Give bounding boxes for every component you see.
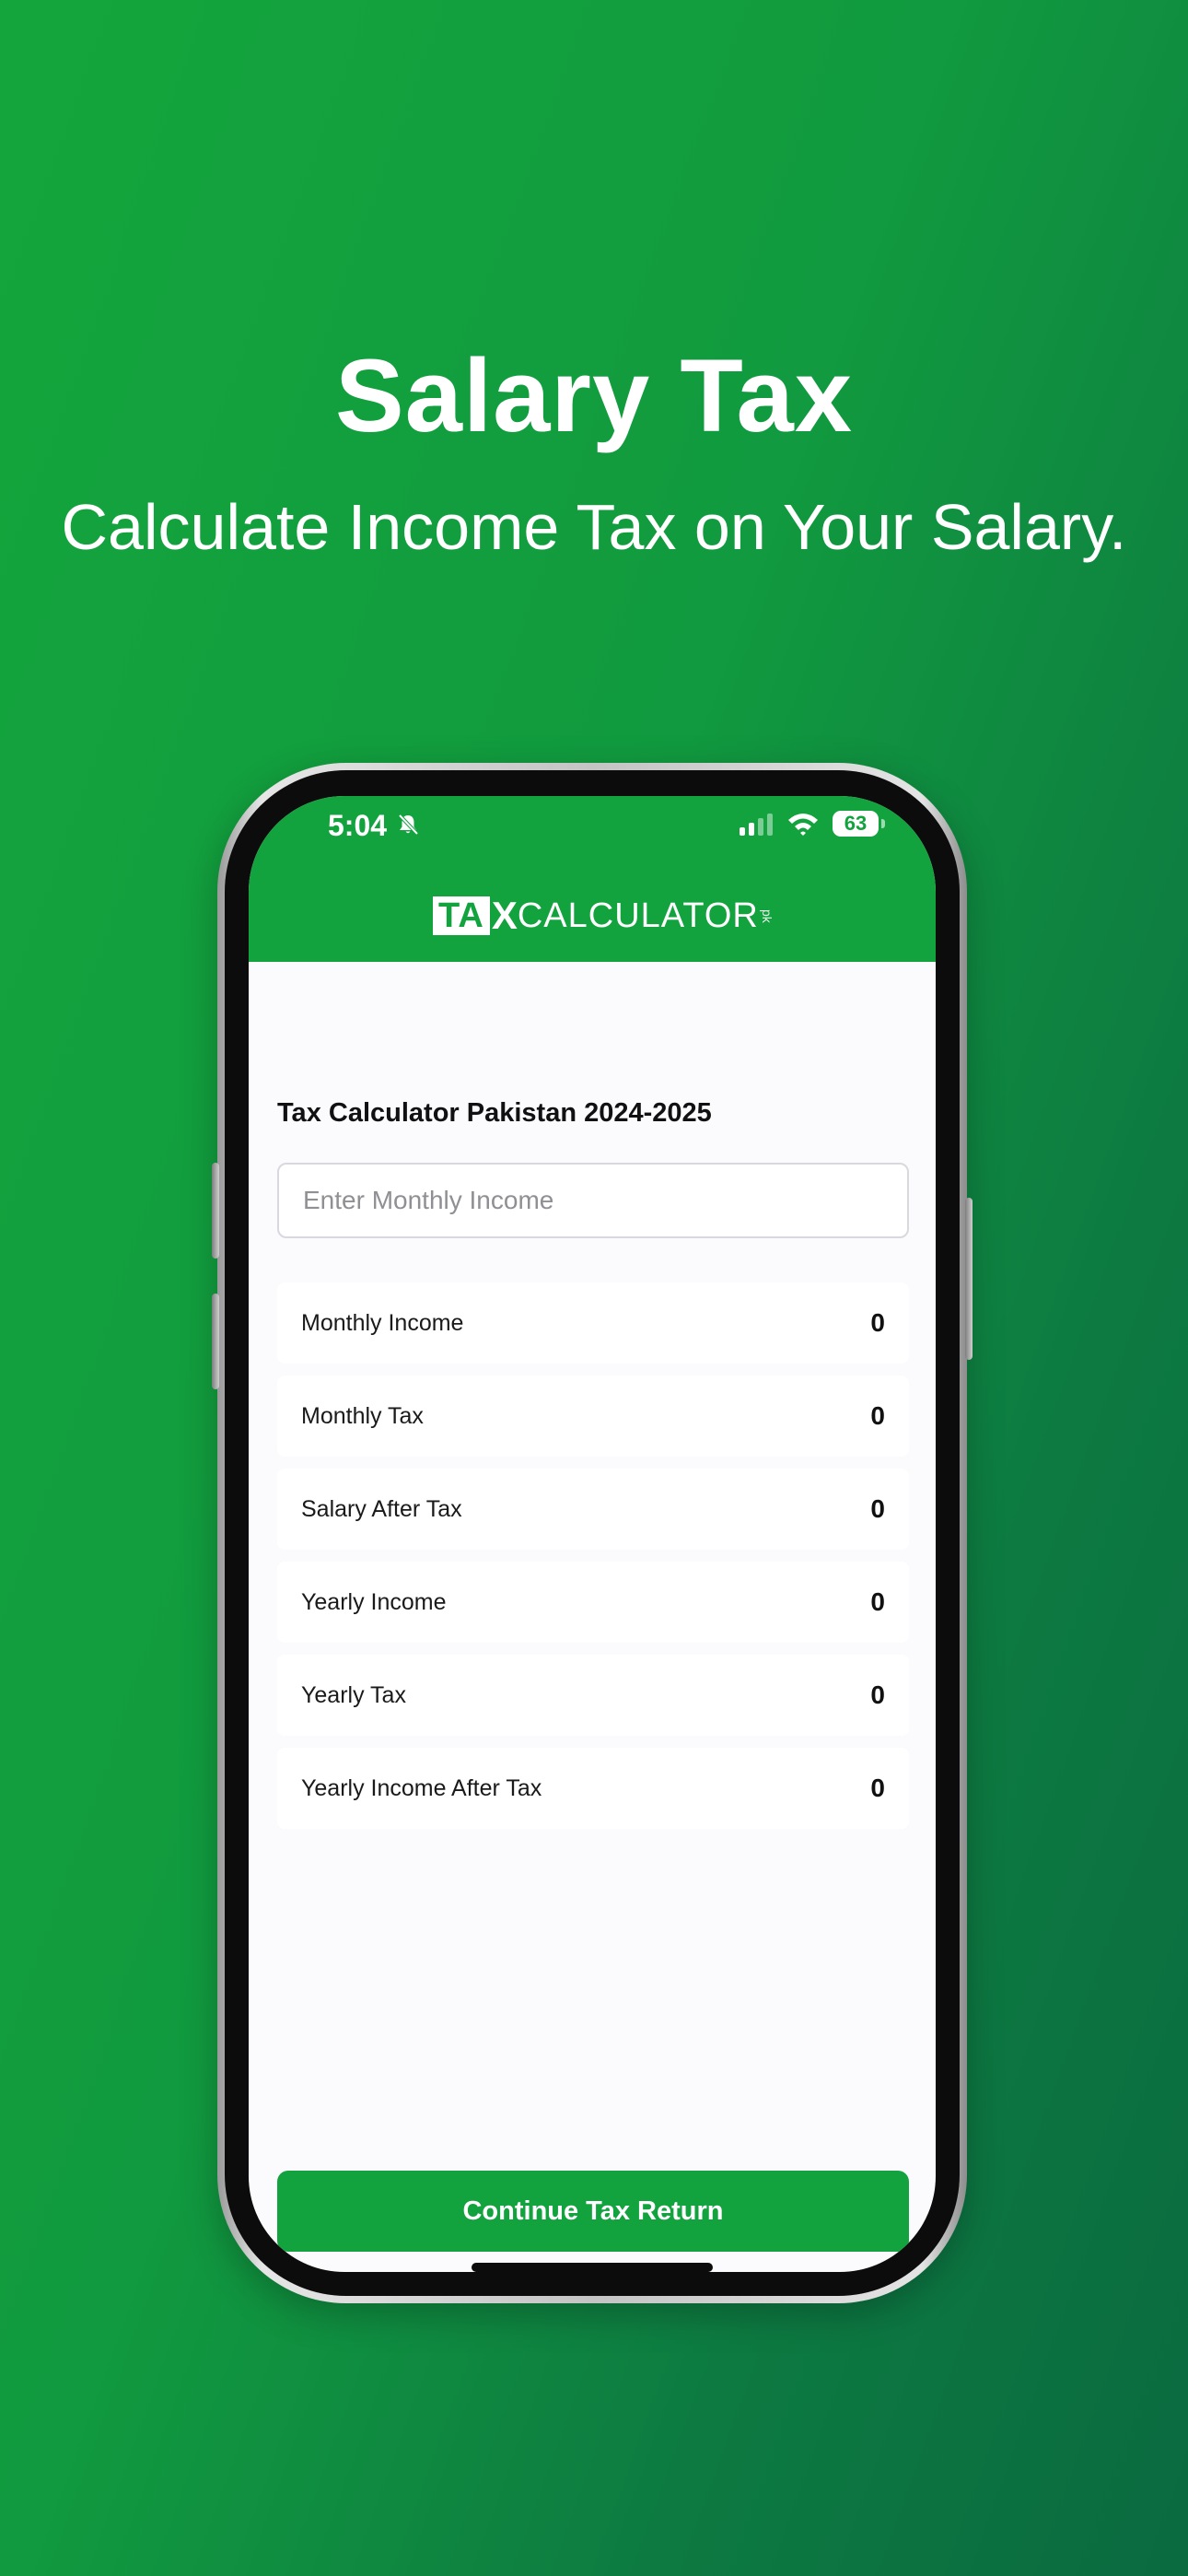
battery-icon: 63 bbox=[833, 811, 879, 837]
result-row-yearly-income: Yearly Income 0 bbox=[277, 1562, 909, 1643]
result-label: Monthly Tax bbox=[301, 1403, 424, 1429]
cellular-signal-icon bbox=[739, 813, 775, 841]
logo-x-mark: X bbox=[491, 894, 518, 937]
result-value: 0 bbox=[870, 1680, 885, 1709]
continue-tax-return-button[interactable]: Continue Tax Return bbox=[277, 2171, 909, 2252]
bell-slash-icon bbox=[396, 813, 420, 841]
phone-volume-up-button bbox=[212, 1163, 219, 1259]
result-label: Salary After Tax bbox=[301, 1496, 462, 1522]
monthly-income-input[interactable] bbox=[277, 1163, 909, 1238]
logo-wordmark: CALCULATOR bbox=[517, 896, 759, 935]
result-label: Yearly Income bbox=[301, 1589, 447, 1615]
tax-calculator-logo: TA X CALCULATOR pk bbox=[433, 894, 775, 937]
result-value: 0 bbox=[870, 1774, 885, 1802]
result-row-yearly-income-after-tax: Yearly Income After Tax 0 bbox=[277, 1748, 909, 1829]
result-label: Monthly Income bbox=[301, 1310, 464, 1336]
home-indicator bbox=[472, 2263, 713, 2272]
result-value: 0 bbox=[870, 1308, 885, 1337]
result-label: Yearly Income After Tax bbox=[301, 1775, 542, 1801]
result-label: Yearly Tax bbox=[301, 1682, 406, 1708]
result-row-monthly-income: Monthly Income 0 bbox=[277, 1282, 909, 1364]
battery-cap bbox=[881, 819, 885, 828]
result-row-monthly-tax: Monthly Tax 0 bbox=[277, 1376, 909, 1457]
logo-tax-mark: TA bbox=[433, 896, 490, 935]
phone-screen: 5:04 63 TA X CALCULATOR pk Tax Calculato… bbox=[249, 796, 936, 2272]
status-bar: 5:04 63 bbox=[249, 796, 936, 855]
phone-volume-down-button bbox=[212, 1294, 219, 1389]
phone-power-button bbox=[965, 1198, 973, 1360]
logo-suffix: pk bbox=[759, 908, 775, 923]
result-row-yearly-tax: Yearly Tax 0 bbox=[277, 1655, 909, 1736]
promo-headline: Salary Tax bbox=[334, 338, 854, 453]
result-value: 0 bbox=[870, 1587, 885, 1616]
promo-subheadline: Calculate Income Tax on Your Salary. bbox=[61, 491, 1127, 563]
wifi-icon bbox=[786, 811, 820, 841]
page-title: Tax Calculator Pakistan 2024-2025 bbox=[277, 1098, 712, 1128]
result-row-salary-after-tax: Salary After Tax 0 bbox=[277, 1469, 909, 1550]
app-header: 5:04 63 TA X CALCULATOR pk bbox=[249, 796, 936, 962]
result-value: 0 bbox=[870, 1494, 885, 1523]
result-value: 0 bbox=[870, 1401, 885, 1430]
status-time: 5:04 bbox=[328, 809, 388, 842]
